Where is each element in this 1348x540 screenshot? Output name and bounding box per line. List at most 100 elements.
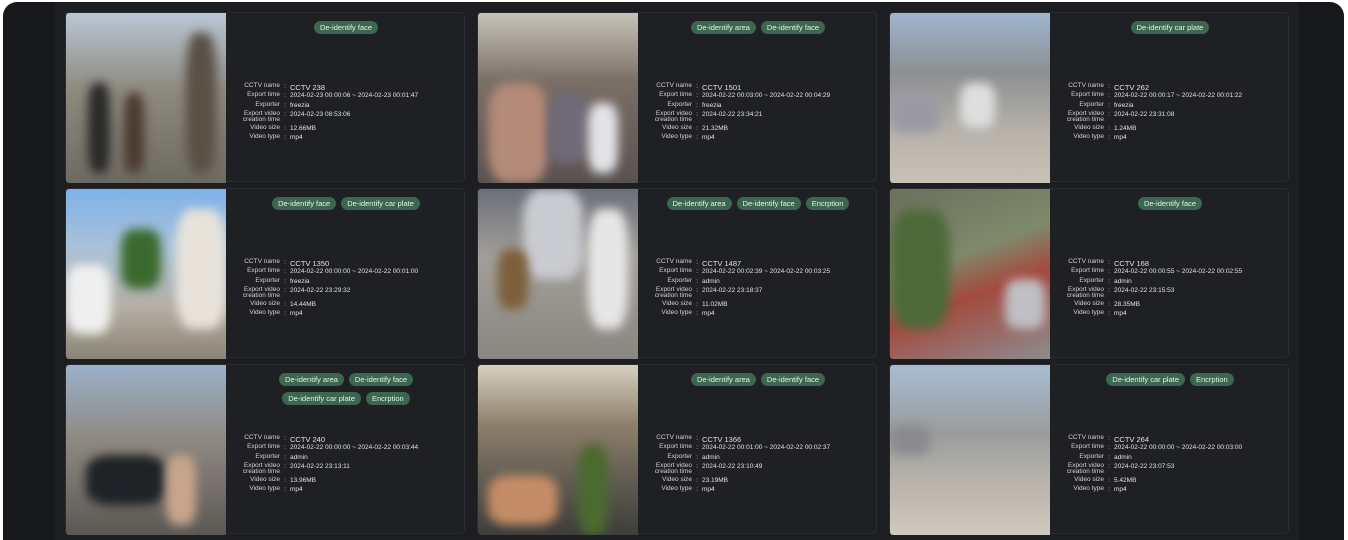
- video-size-value: 12.66MB: [290, 124, 317, 132]
- separator: :: [696, 277, 698, 285]
- exporter-label: Exporter: [667, 100, 692, 108]
- separator: :: [284, 101, 286, 109]
- metadata-list: CCTV name : CCTV 1366 Export time : 2024…: [646, 434, 876, 495]
- video-thumbnail[interactable]: [478, 13, 638, 183]
- video-thumbnail[interactable]: [478, 365, 638, 535]
- video-type-row: Video type : mp4: [1058, 310, 1288, 319]
- video-thumbnail[interactable]: [890, 189, 1050, 359]
- video-type-value: mp4: [290, 134, 303, 142]
- video-thumbnail[interactable]: [478, 189, 638, 359]
- thumbnail-region: [88, 83, 110, 173]
- separator: :: [696, 453, 698, 461]
- option-tag: De-identify car plate: [1130, 21, 1210, 34]
- thumbnail-region: [588, 209, 628, 329]
- tag-list: De-identify area De-identify face: [638, 21, 878, 34]
- video-size-label: Video size: [662, 299, 692, 307]
- video-type-label: Video type: [661, 485, 692, 493]
- separator: :: [284, 268, 286, 276]
- video-type-row: Video type : mp4: [646, 486, 876, 495]
- creation-time-label-line2: creation time: [1066, 468, 1104, 476]
- metadata-list: CCTV name : CCTV 1501 Export time : 2024…: [646, 82, 876, 143]
- creation-time-value: 2024-02-22 23:34:21: [702, 110, 763, 118]
- separator: :: [1108, 435, 1110, 442]
- separator: :: [1108, 83, 1110, 90]
- video-thumbnail[interactable]: [66, 365, 226, 535]
- thumbnail-region: [124, 93, 144, 173]
- video-type-row: Video type : mp4: [234, 310, 464, 319]
- video-thumbnail[interactable]: [890, 13, 1050, 183]
- thumbnail-region: [1005, 279, 1045, 329]
- app-window: De-identify face CCTV name : CCTV 238 Ex…: [3, 2, 1344, 540]
- separator: :: [284, 476, 286, 484]
- video-type-row: Video type : mp4: [646, 310, 876, 319]
- export-time-value: 2024-02-22 00:00:00 ~ 2024-02-22 00:01:0…: [290, 268, 419, 276]
- separator: :: [1108, 259, 1110, 266]
- creation-time-row: Export video creation time : 2024-02-22 2…: [646, 286, 876, 301]
- video-type-label: Video type: [249, 309, 280, 317]
- export-card-1[interactable]: De-identify face CCTV name : CCTV 238 Ex…: [65, 12, 465, 183]
- creation-time-label-line2: creation time: [1066, 292, 1104, 300]
- separator: :: [284, 124, 286, 132]
- export-card-5[interactable]: De-identify area De-identify face Encrptio…: [477, 188, 877, 359]
- separator: :: [1108, 486, 1110, 494]
- exporter-value: admin: [290, 453, 308, 461]
- exporter-value: freezia: [290, 101, 310, 109]
- separator: :: [696, 435, 698, 442]
- separator: :: [284, 286, 286, 294]
- video-type-row: Video type : mp4: [234, 486, 464, 495]
- creation-time-row: Export video creation time : 2024-02-22 2…: [234, 462, 464, 477]
- video-size-label: Video size: [662, 123, 692, 131]
- thumbnail-region: [66, 264, 111, 334]
- video-thumbnail[interactable]: [66, 13, 226, 183]
- thumbnail-region: [960, 83, 995, 128]
- creation-time-value: 2024-02-22 23:31:08: [1114, 110, 1175, 118]
- separator: :: [284, 453, 286, 461]
- video-thumbnail[interactable]: [890, 365, 1050, 535]
- export-time-label: Export time: [659, 91, 692, 99]
- video-type-row: Video type : mp4: [646, 134, 876, 143]
- option-tag: De-identify face: [272, 197, 337, 210]
- exporter-label: Exporter: [1079, 100, 1104, 108]
- creation-time-label: Export video creation time: [1058, 462, 1104, 476]
- export-card-6[interactable]: De-identify face CCTV name : CCTV 168 Ex…: [889, 188, 1289, 359]
- exporter-value: freezia: [290, 277, 310, 285]
- export-card-2[interactable]: De-identify area De-identify face CCTV na…: [477, 12, 878, 183]
- export-card-8[interactable]: De-identify area De-identify face CCTV na…: [477, 364, 878, 535]
- export-card-4[interactable]: De-identify face De-identify car plate CC…: [65, 188, 465, 359]
- cctv-name-value: CCTV 262: [1114, 83, 1150, 92]
- separator: :: [696, 310, 698, 318]
- export-info: De-identify car plate Encrption CCTV name…: [1050, 365, 1290, 535]
- tag-list: De-identify area De-identify face: [638, 373, 878, 386]
- thumbnail-region: [890, 425, 930, 455]
- video-thumbnail[interactable]: [66, 189, 226, 359]
- option-tag: De-identify face: [1137, 197, 1203, 210]
- creation-time-value: 2024-02-22 23:07:53: [1114, 462, 1175, 470]
- exporter-label: Exporter: [1079, 276, 1104, 284]
- export-card-3[interactable]: De-identify car plate CCTV name : CCTV 2…: [889, 12, 1289, 183]
- creation-time-row: Export video creation time : 2024-02-22 2…: [1058, 462, 1288, 477]
- export-time-value: 2024-02-22 00:00:00 ~ 2024-02-22 00:03:4…: [290, 444, 419, 452]
- export-card-9[interactable]: De-identify car plate Encrption CCTV name…: [889, 364, 1290, 535]
- exporter-value: admin: [1114, 277, 1132, 285]
- thumbnail-region: [548, 93, 588, 163]
- cctv-name-value: CCTV 238: [290, 83, 326, 92]
- video-type-row: Video type : mp4: [234, 134, 464, 143]
- creation-time-label-line2: creation time: [242, 292, 280, 300]
- export-time-value: 2024-02-22 00:01:00 ~ 2024-02-22 00:02:3…: [702, 444, 831, 452]
- option-tag: De-identify car plate: [1106, 373, 1185, 386]
- option-tag: De-identify face: [348, 373, 414, 386]
- option-tag: De-identify car plate: [282, 392, 361, 405]
- export-time-value: 2024-02-22 00:00:00 ~ 2024-02-22 00:03:0…: [1114, 444, 1243, 452]
- export-list-panel: De-identify face CCTV name : CCTV 238 Ex…: [55, 2, 1299, 540]
- creation-time-label: Export video creation time: [646, 110, 692, 124]
- export-time-label: Export time: [659, 443, 692, 451]
- export-info: De-identify area De-identify face CCTV na…: [638, 365, 878, 535]
- video-type-value: mp4: [290, 310, 303, 318]
- separator: :: [284, 134, 286, 142]
- creation-time-value: 2024-02-22 23:10:49: [702, 462, 763, 470]
- video-size-label: Video size: [250, 475, 280, 483]
- separator: :: [696, 92, 698, 100]
- exporter-value: freezia: [1114, 101, 1134, 109]
- separator: :: [1108, 92, 1110, 100]
- export-card-7[interactable]: De-identify area De-identify face De-ident…: [65, 364, 465, 535]
